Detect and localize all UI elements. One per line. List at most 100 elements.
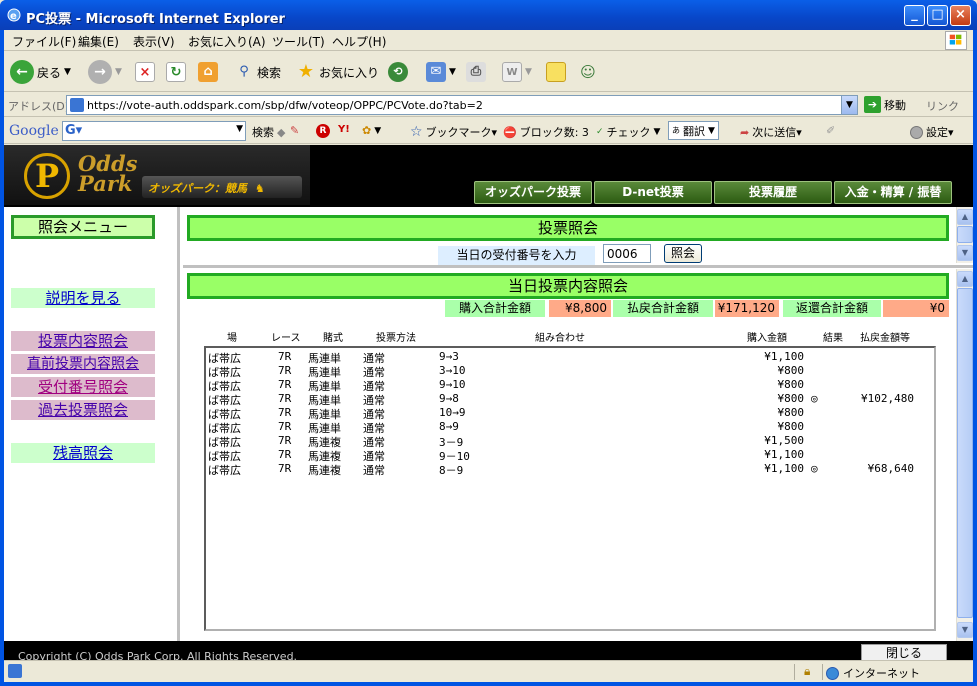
globe-icon [826, 666, 839, 680]
cell-payout: ¥102,480 [861, 392, 914, 405]
results-frame-scrollbar[interactable]: ▲ ▼ [956, 269, 973, 641]
google-news-button[interactable]: ✎ [290, 124, 299, 137]
home-icon: ⌂ [198, 62, 218, 82]
spellcheck-button[interactable]: ✓ チェック ▼ [596, 124, 660, 140]
home-button[interactable]: ⌂ [198, 60, 218, 84]
scroll-down-icon[interactable]: ▼ [957, 245, 973, 261]
google-r-button[interactable]: R [316, 124, 330, 138]
discuss-button[interactable] [546, 60, 566, 84]
query-button[interactable]: 照会 [664, 244, 702, 263]
cell-race: 7R [278, 364, 292, 377]
details-title: 当日投票内容照会 [187, 273, 949, 299]
send-to-button[interactable]: ➦ 次に送信▾ [740, 124, 802, 140]
browser-window: e PC投票 - Microsoft Internet Explorer _ □… [0, 0, 977, 686]
ie-icon: e [7, 8, 21, 22]
messenger-icon: ☺ [580, 63, 596, 81]
google-dropdown-icon[interactable]: ▼ [236, 124, 243, 134]
nav-oddspark-vote[interactable]: オッズパーク投票 [474, 181, 592, 204]
print-button[interactable]: ⎙ [466, 60, 486, 84]
top-frame-scrollbar[interactable]: ▲ ▼ [956, 207, 973, 263]
col-bet-type: 賭式 [323, 333, 343, 344]
menu-favorites[interactable]: お気に入り(A) [188, 33, 266, 50]
nav-vote-history[interactable]: 投票履歴 [714, 181, 832, 204]
nav-dnet-vote[interactable]: D-net投票 [594, 181, 712, 204]
edit-button[interactable]: W ▼ [502, 60, 532, 84]
receipt-number-input[interactable]: 0006 [603, 244, 651, 263]
mail-button[interactable]: ✉ ▼ [426, 60, 456, 84]
menu-help[interactable]: ヘルプ(H) [332, 33, 386, 50]
scroll-up-icon[interactable]: ▲ [957, 209, 973, 225]
menu-view[interactable]: 表示(V) [133, 33, 175, 50]
lock-icon: 🔒︎ [804, 664, 811, 678]
stop-button[interactable]: × [135, 60, 155, 84]
cell-result: ◎ [811, 392, 818, 405]
translate-button[interactable]: あ 翻訳 ▼ [668, 121, 719, 140]
google-search-input[interactable]: G▾ ▼ [62, 121, 246, 141]
site-header: P Odds Park オッズパーク：競馬 ♞ オッズパーク投票 D-net投票… [4, 145, 973, 207]
results-scroll-down-icon[interactable]: ▼ [957, 622, 973, 638]
nav-deposit[interactable]: 入金・精算 / 振替 [834, 181, 952, 204]
menu-vote-content[interactable]: 投票内容照会 [11, 331, 155, 351]
messenger-button[interactable]: ☺ [578, 60, 598, 84]
cell-amount: ¥1,100 [764, 448, 804, 461]
address-input[interactable]: https://vote-auth.oddspark.com/sbp/dfw/v… [66, 95, 858, 115]
word-icon: W [502, 62, 522, 82]
logo-sub-text: オッズパーク：競馬 [148, 182, 247, 195]
menu-receipt-number[interactable]: 受付番号照会 [11, 377, 155, 397]
horse-icon: ♞ [254, 182, 265, 195]
table-row: ば帯広 7R 馬連複 通常 3－9 ¥1,500 [206, 434, 934, 449]
table-row: ば帯広 7R 馬連複 通常 8－9 ¥1,100 ◎ ¥68,640 [206, 462, 934, 477]
menu-past-vote[interactable]: 過去投票照会 [11, 400, 155, 420]
cell-race: 7R [278, 420, 292, 433]
menu-tools[interactable]: ツール(T) [272, 33, 325, 50]
frame-divider [183, 265, 973, 268]
bookmarks-button[interactable]: ☆ ブックマーク▾ [410, 124, 497, 140]
menu-file[interactable]: ファイル(F) [12, 33, 76, 50]
menu-edit[interactable]: 編集(E) [78, 33, 119, 50]
right-content-frame: 投票照会 当日の受付番号を入力 0006 照会 ▲ ▼ 当日投票内容照会 購入合… [183, 207, 973, 641]
forward-button[interactable]: → ▼ [88, 60, 122, 84]
menu-recent-vote[interactable]: 直前投票内容照会 [11, 354, 155, 374]
results-scroll-up-icon[interactable]: ▲ [957, 271, 973, 287]
col-combination: 組み合わせ [535, 333, 585, 344]
cell-race: 7R [278, 406, 292, 419]
scroll-thumb[interactable] [957, 226, 973, 243]
address-bar: アドレス(D) https://vote-auth.oddspark.com/s… [4, 93, 973, 117]
go-button[interactable]: ➔ 移動 [864, 96, 906, 113]
bookmarks-label: ブックマーク▾ [425, 126, 498, 139]
status-page-icon [8, 664, 22, 678]
cell-result: ◎ [811, 462, 818, 475]
maximize-button[interactable]: □ [927, 5, 948, 26]
links-label[interactable]: リンク [926, 98, 959, 114]
pencil-icon: ✐ [826, 124, 836, 137]
cell-combination: 9→10 [439, 378, 466, 391]
printer-icon: ⎙ [466, 62, 486, 82]
favorites-button[interactable]: ★ お気に入り [296, 60, 379, 84]
balance-link[interactable]: 残高照会 [11, 443, 155, 463]
minimize-button[interactable]: _ [904, 5, 925, 26]
odds-park-logo[interactable]: P Odds Park オッズパーク：競馬 ♞ [4, 145, 310, 205]
google-search-button[interactable]: 検索 ◆ [252, 124, 285, 140]
vote-results-list[interactable]: ば帯広 7R 馬連単 通常 9→3 ¥1,100 ば帯広 7R 馬連単 通常 3→10 ¥800 ば帯広… [204, 346, 936, 631]
back-button[interactable]: ← 戻る ▼ [10, 60, 71, 84]
yahoo-button[interactable]: Y! [338, 124, 350, 135]
settings-button[interactable]: 設定▾ [910, 124, 954, 140]
search-button[interactable]: ⚲ 検索 [234, 60, 281, 84]
history-button[interactable]: ⟲ [388, 60, 408, 84]
close-window-button[interactable]: × [950, 5, 971, 26]
svg-text:e: e [10, 11, 17, 22]
address-dropdown-icon[interactable]: ▼ [841, 96, 857, 114]
col-method: 投票方法 [376, 333, 416, 344]
help-link[interactable]: 説明を見る [11, 288, 155, 308]
magnifier-icon: ⚲ [239, 64, 249, 79]
gift-button[interactable]: ✿ ▼ [362, 124, 381, 137]
block-icon: ⛔ [503, 125, 517, 139]
col-venue: 場 [227, 333, 237, 344]
refresh-button[interactable]: ↻ [166, 60, 186, 84]
pencil-button[interactable]: ✐ [826, 124, 835, 137]
cell-venue: ば帯広 [208, 464, 241, 477]
check-label: チェック [606, 126, 651, 139]
results-scroll-thumb[interactable] [957, 288, 973, 618]
popup-blocker-button[interactable]: ⛔ ブロック数: 3 [503, 124, 589, 140]
address-url: https://vote-auth.oddspark.com/sbp/dfw/v… [87, 99, 483, 112]
